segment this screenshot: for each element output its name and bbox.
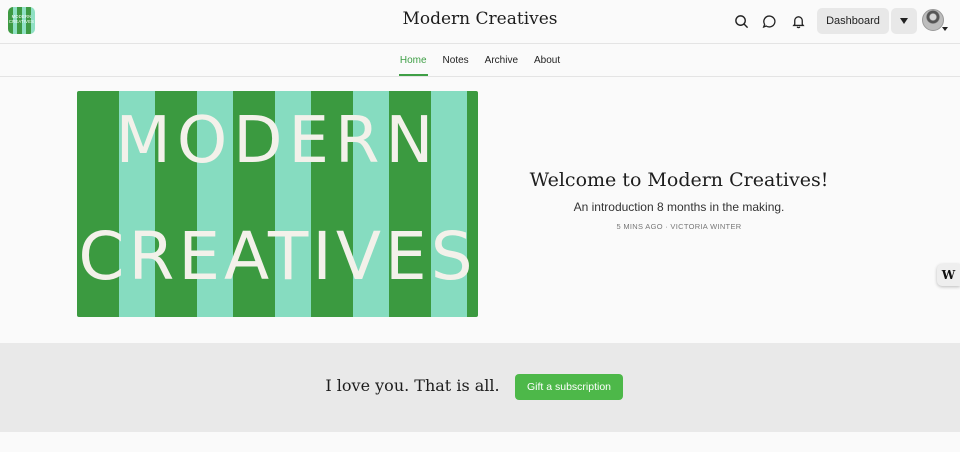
dashboard-button[interactable]: Dashboard: [817, 8, 889, 34]
side-tab-button[interactable]: W: [937, 264, 960, 286]
tab-notes[interactable]: Notes: [442, 45, 470, 76]
site-logo[interactable]: MODERN CREATIVES: [8, 7, 35, 34]
post-title[interactable]: Welcome to Modern Creatives!: [500, 169, 858, 191]
dashboard-dropdown-button[interactable]: [891, 8, 917, 34]
nav-tabs: Home Notes Archive About: [0, 45, 960, 77]
bell-icon: [791, 15, 805, 28]
post-subtitle: An introduction 8 months in the making.: [573, 200, 785, 214]
tab-home[interactable]: Home: [398, 45, 428, 76]
top-header: MODERN CREATIVES Modern Creatives Dashbo…: [0, 0, 960, 44]
tab-archive[interactable]: Archive: [484, 45, 519, 76]
search-button[interactable]: [729, 10, 753, 32]
chat-bubble-icon: [762, 14, 775, 28]
post-meta: 5 MINS AGO · VICTORIA WINTER: [616, 222, 742, 231]
gift-message: I love you. That is all.: [325, 376, 500, 395]
avatar[interactable]: [922, 9, 944, 31]
gift-subscription-button[interactable]: Gift a subscription: [515, 374, 623, 400]
site-logo-text: MODERN CREATIVES: [8, 14, 35, 24]
hero-image-text-line2: CREATIVES: [78, 218, 477, 295]
hero-image[interactable]: MODERN CREATIVES: [77, 91, 478, 317]
chat-button[interactable]: [757, 10, 781, 32]
tab-about[interactable]: About: [533, 45, 561, 76]
search-icon: [734, 14, 748, 28]
site-title: Modern Creatives: [402, 9, 558, 29]
notifications-button[interactable]: [786, 10, 810, 32]
caret-down-icon: [900, 18, 908, 24]
avatar-caret-icon: [942, 27, 948, 31]
hero-image-text-line1: MODERN: [115, 104, 440, 178]
